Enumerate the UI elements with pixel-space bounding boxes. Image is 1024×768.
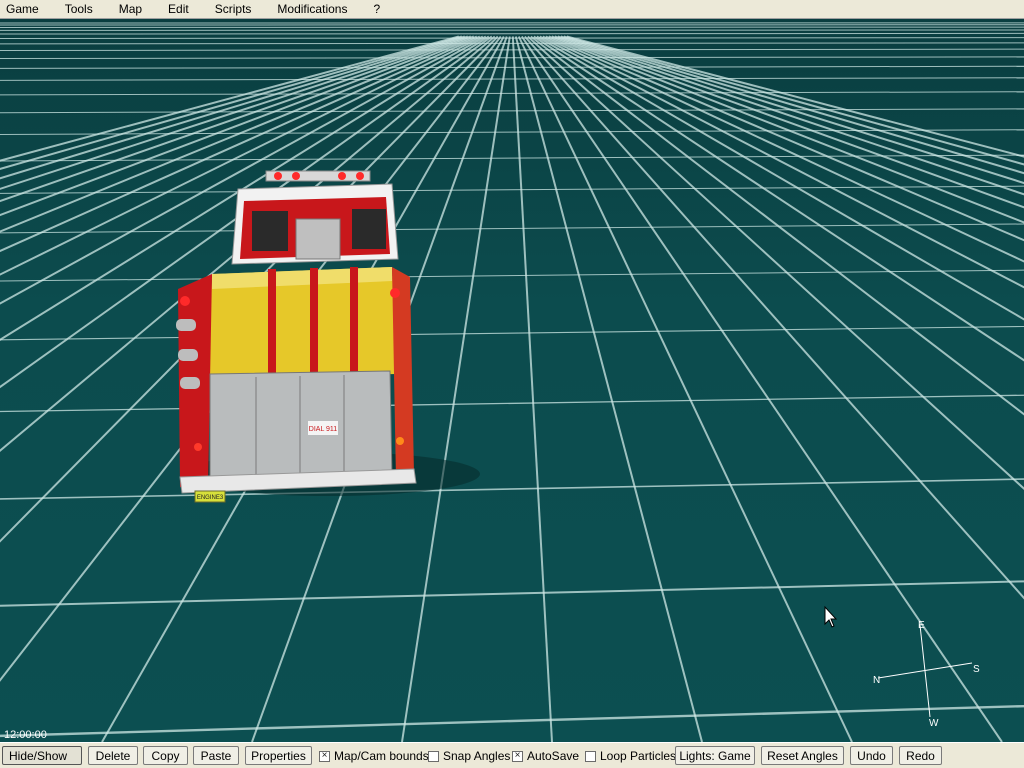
grid-line [533, 35, 1024, 362]
snap-angles-label: Snap Angles [443, 749, 511, 763]
snap-angles-checkbox[interactable] [428, 750, 439, 762]
loop-particles-checkbox[interactable] [585, 750, 596, 762]
redo-button[interactable]: Redo [899, 746, 942, 765]
grid-line [524, 35, 1024, 600]
grid-line [511, 36, 553, 742]
loop-particles-toggle[interactable]: Loop Particles [585, 748, 676, 764]
grid-line [0, 223, 1024, 234]
properties-button[interactable]: Properties [245, 746, 312, 765]
menu-modifications[interactable]: Modifications [271, 2, 347, 16]
reset-angles-button[interactable]: Reset Angles [761, 746, 844, 765]
menu-scripts[interactable]: Scripts [209, 2, 252, 16]
menu-edit[interactable]: Edit [162, 2, 189, 16]
tail-light [390, 288, 400, 298]
truck-side-right [392, 267, 414, 479]
grid-line [0, 42, 1024, 45]
hose-divider [350, 267, 358, 375]
side-equipment [178, 349, 198, 361]
grid-line [554, 35, 1024, 196]
mouse-cursor-icon [824, 605, 838, 628]
tail-light [194, 443, 202, 451]
map-cam-bounds-toggle[interactable]: × Map/Cam bounds [319, 748, 429, 764]
scene: DIAL 911 ENGINE3 E N S W [0, 22, 1024, 742]
menu-tools[interactable]: Tools [59, 2, 93, 16]
loop-particles-label: Loop Particles [600, 749, 677, 763]
compass: E N S W [873, 620, 980, 729]
paste-button[interactable]: Paste [193, 746, 239, 765]
ground-grid [0, 22, 1024, 742]
tail-light [396, 437, 404, 445]
hose-divider [310, 268, 318, 376]
cab-window-right [352, 209, 386, 249]
autosave-checkbox[interactable]: × [512, 750, 523, 762]
cab-window-left [252, 211, 288, 251]
warning-light [274, 172, 282, 180]
undo-button[interactable]: Undo [850, 746, 893, 765]
grid-line [0, 580, 1024, 607]
grid-line [0, 394, 1024, 413]
grid-line [0, 269, 1024, 282]
tail-light [180, 296, 190, 306]
hide-show-button[interactable]: Hide/Show [2, 746, 82, 765]
grid-line [0, 65, 1024, 69]
grid-line [539, 35, 1024, 289]
hose-divider [268, 269, 276, 377]
menu-help[interactable]: ? [367, 2, 380, 16]
warning-light [292, 172, 300, 180]
menu-map[interactable]: Map [113, 2, 142, 16]
game-clock: 12:00:00 [4, 729, 47, 741]
decal-text: DIAL 911 [309, 426, 338, 433]
grid-line [0, 32, 1024, 35]
grid-line [520, 35, 1003, 742]
grid-line [542, 35, 1024, 263]
grid-line [0, 91, 1024, 96]
grid-line [545, 35, 1024, 242]
3d-viewport[interactable]: DIAL 911 ENGINE3 E N S W [0, 19, 1024, 742]
autosave-label: AutoSave [527, 749, 580, 763]
fire-truck[interactable]: DIAL 911 ENGINE3 [176, 170, 417, 503]
compass-north-label: N [873, 675, 880, 686]
rear-compartment [209, 370, 393, 482]
grid-line [0, 48, 1024, 51]
copy-button[interactable]: Copy [143, 746, 188, 765]
compass-east-label: E [918, 620, 925, 631]
editor-toolbar: Hide/Show Delete Copy Paste Properties ×… [0, 742, 1024, 768]
license-plate-text: ENGINE3 [197, 495, 224, 501]
grid-line [0, 704, 1024, 738]
compass-south-label: S [973, 664, 980, 675]
lights-button[interactable]: Lights: Game [675, 746, 755, 765]
grid-line [551, 35, 1024, 209]
compass-west-label: W [929, 718, 939, 729]
grid-line [517, 36, 853, 742]
grid-line [0, 56, 1024, 60]
grid-line [0, 108, 1024, 114]
warning-light [338, 172, 346, 180]
menu-game[interactable]: Game [0, 2, 39, 16]
delete-button[interactable]: Delete [88, 746, 138, 765]
snap-angles-toggle[interactable]: Snap Angles [428, 748, 510, 764]
grid-line [557, 35, 1024, 185]
grid-line [514, 36, 703, 742]
grid-line [527, 35, 1024, 491]
grid-line [0, 77, 1024, 81]
side-equipment [180, 377, 200, 389]
grid-line [0, 37, 1024, 39]
menu-bar: Game Tools Map Edit Scripts Modification… [0, 0, 1024, 19]
grid-line [530, 35, 1024, 416]
warning-light [356, 172, 364, 180]
map-cam-bounds-label: Map/Cam bounds [334, 749, 429, 763]
autosave-toggle[interactable]: × AutoSave [512, 748, 579, 764]
map-cam-bounds-checkbox[interactable]: × [319, 750, 330, 762]
pump-panel [295, 218, 341, 260]
side-equipment [176, 319, 196, 331]
grid-line [0, 325, 1024, 341]
